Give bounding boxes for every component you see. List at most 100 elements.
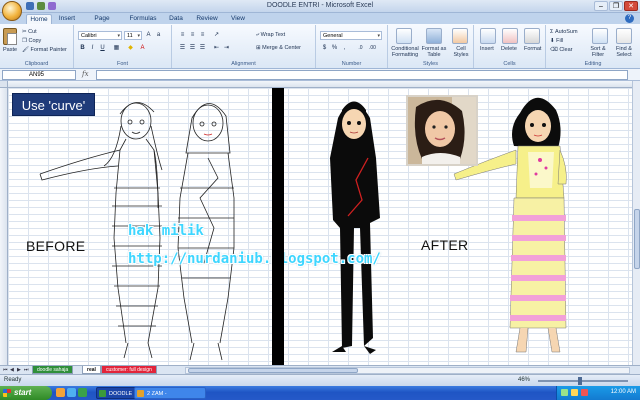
delete-button[interactable]: Delete [501,46,517,52]
editing-label: Editing [584,61,602,67]
format-button[interactable]: Format [524,46,541,52]
bold-button[interactable]: B [78,44,87,53]
tab-data[interactable]: Data [166,14,186,24]
horizontal-scrollbar[interactable] [185,367,630,374]
borders-icon[interactable]: ▦ [112,44,121,53]
find-select-icon[interactable] [616,28,632,44]
explorer-icon[interactable] [56,388,65,397]
font-name-select[interactable]: Calibri [78,31,122,40]
number-format-select[interactable]: General [320,31,382,40]
first-sheet-icon[interactable]: ⏮ [3,367,8,373]
format-table-icon[interactable] [426,28,442,44]
format-cells-icon[interactable] [524,28,540,44]
sheet-tab-doodle[interactable]: doodle sahaja [32,366,74,374]
taskbar: start DOODLE ENTRI 2 ZAM - 12:00 AM [0,386,640,400]
shrink-font-icon[interactable]: a [154,31,163,40]
decrease-decimal-icon[interactable]: .00 [368,44,377,53]
fill-color-icon[interactable]: ◆ [126,44,135,53]
align-left-icon[interactable]: ☰ [178,44,187,53]
cut-button[interactable]: ✂ Cut [22,29,37,35]
find-select-button[interactable]: Find & Select [610,46,638,58]
autosum-button[interactable]: Σ AutoSum [550,29,578,35]
window-title: DOODLE ENTRI - Microsoft Excel [266,2,374,9]
vertical-scrollbar[interactable] [632,81,640,365]
comma-icon[interactable]: , [340,44,349,53]
maximize-button[interactable]: ❐ [609,1,623,11]
paste-button[interactable]: Paste [3,47,17,53]
copy-button[interactable]: ❐ Copy [22,38,41,44]
orientation-icon[interactable]: ↗ [212,31,221,40]
zoom-level[interactable]: 46% [518,377,530,383]
format-as-table-button[interactable]: Format as Table [420,46,448,58]
wrap-text-button[interactable]: ⤶ Wrap Text [256,32,285,39]
cell-styles-icon[interactable] [452,28,468,44]
tab-page-layout[interactable]: Page Layout [84,14,120,32]
cells-group: Insert Delete Format Cells [474,25,546,68]
sheet-tab-customer[interactable]: customer: full design [101,366,157,374]
currency-icon[interactable]: $ [320,44,329,53]
wrap-text-label: Wrap Text [260,32,286,38]
formula-input[interactable] [96,70,628,80]
clipboard-label: Clipboard [24,61,49,67]
horizontal-scroll-thumb[interactable] [188,368,358,373]
prev-sheet-icon[interactable]: ◀ [10,367,14,373]
browser-icon[interactable] [67,388,76,397]
clear-button[interactable]: ⌫ Clear [550,47,572,53]
underline-button[interactable]: U [98,44,107,53]
increase-indent-icon[interactable]: ⇥ [222,44,231,53]
close-button[interactable]: ✕ [624,1,638,11]
help-icon[interactable]: ? [625,14,634,23]
grow-font-icon[interactable]: A [144,31,153,40]
task-folder[interactable]: 2 ZAM - [134,387,206,399]
desktop-icon[interactable] [78,388,87,397]
security-icon[interactable] [581,389,588,396]
font-size-select[interactable]: 11 [124,31,142,40]
delete-cells-icon[interactable] [502,28,518,44]
number-label: Number [341,61,362,67]
worksheet-grid[interactable]: Use 'curve' BEFORE AFTER hak milik http:… [8,88,632,365]
office-button[interactable] [2,1,22,21]
sheet-tab-real[interactable]: real [82,366,101,374]
tab-view[interactable]: View [228,14,248,24]
paste-icon[interactable] [3,28,17,45]
fill-button[interactable]: ⬇ Fill [550,38,563,44]
align-middle-icon[interactable]: ≡ [188,31,197,40]
merge-center-button[interactable]: ⊞ Merge & Center [256,45,301,51]
cell-styles-button[interactable]: Cell Styles [450,46,472,58]
align-top-icon[interactable]: ≡ [178,31,187,40]
insert-cells-icon[interactable] [480,28,496,44]
tab-review[interactable]: Review [194,14,220,24]
conditional-formatting-icon[interactable] [396,28,412,44]
align-right-icon[interactable]: ☰ [198,44,207,53]
align-center-icon[interactable]: ☰ [188,44,197,53]
minimize-button[interactable]: – [594,1,608,11]
clear-label: Clear [559,47,573,53]
decrease-indent-icon[interactable]: ⇤ [212,44,221,53]
increase-decimal-icon[interactable]: .0 [356,44,365,53]
network-icon[interactable] [561,389,568,396]
tab-formulas[interactable]: Formulas [128,14,158,24]
align-bottom-icon[interactable]: ≡ [198,31,207,40]
percent-icon[interactable]: % [330,44,339,53]
conditional-formatting-button[interactable]: Conditional Formatting [390,46,420,58]
vertical-scroll-thumb[interactable] [634,209,640,269]
sort-filter-button[interactable]: Sort & Filter [586,46,610,58]
format-painter-button[interactable]: 🖌 Format Painter [22,47,67,53]
figure-drawings [39,97,567,361]
font-color-icon[interactable]: A [138,44,147,53]
sort-filter-icon[interactable] [592,28,608,44]
volume-icon[interactable] [571,389,578,396]
select-all-corner[interactable] [0,81,8,88]
insert-button[interactable]: Insert [480,46,494,52]
last-sheet-icon[interactable]: ⏭ [24,367,29,373]
zoom-slider-knob[interactable] [578,377,582,385]
name-box[interactable]: AN95 [2,70,76,80]
next-sheet-icon[interactable]: ▶ [17,367,21,373]
insert-function-button[interactable]: fx [82,70,89,78]
zoom-slider[interactable] [538,377,628,385]
start-button[interactable]: start [0,386,52,400]
italic-button[interactable]: I [88,44,97,53]
tab-home[interactable]: Home [26,14,52,24]
tab-insert[interactable]: Insert [55,14,79,24]
copy-label: Copy [28,38,42,44]
